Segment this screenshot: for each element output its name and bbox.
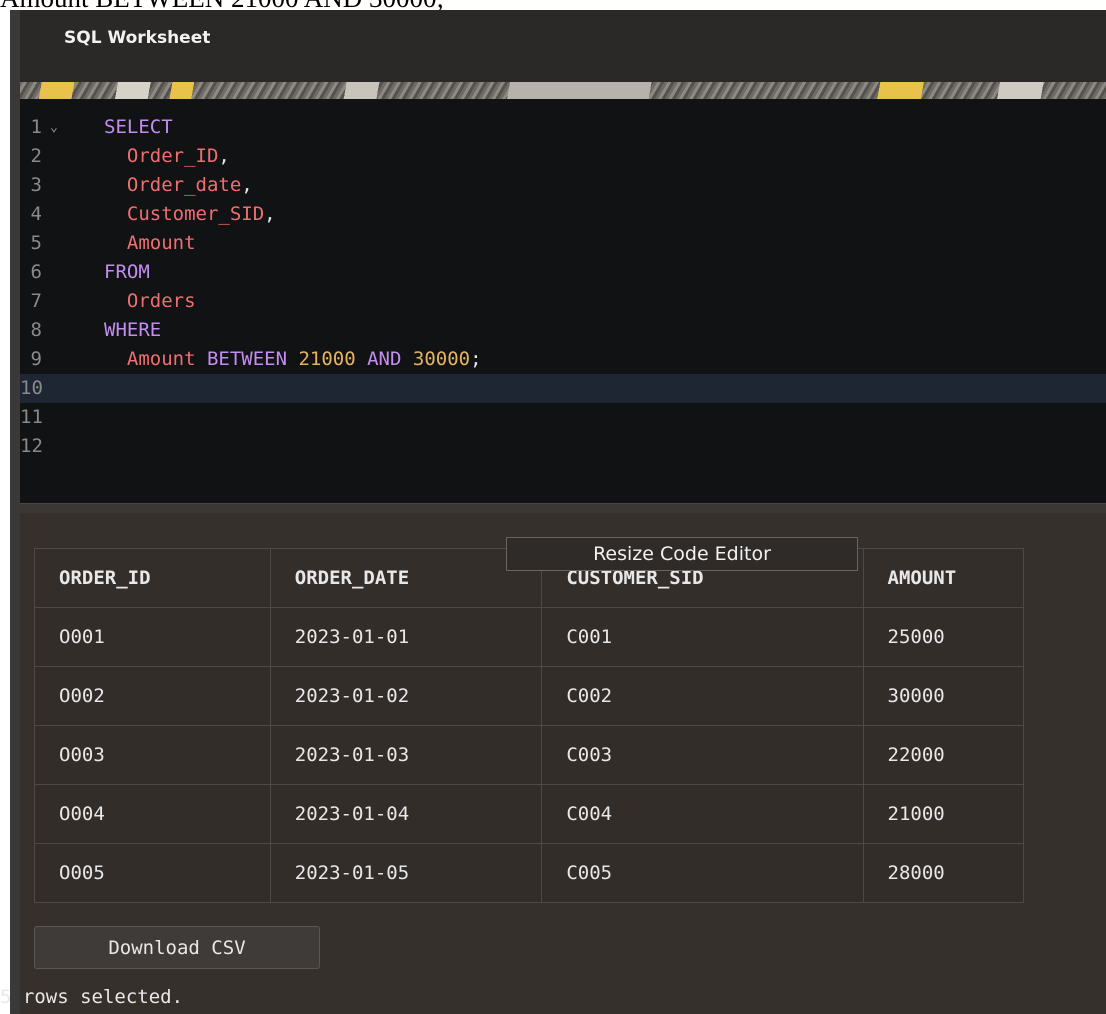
code-line[interactable]: 6 FROM <box>20 258 1106 287</box>
code-token: , <box>241 174 253 196</box>
table-cell: 2023-01-04 <box>269 784 543 844</box>
code-token: ; <box>470 348 482 370</box>
line-number: 2 <box>30 145 42 167</box>
line-number: 12 <box>20 435 43 457</box>
download-csv-button[interactable]: Download CSV <box>34 926 320 969</box>
code-line[interactable]: 12 <box>20 432 1106 461</box>
code-token: Amount <box>104 232 196 254</box>
results-table: ORDER_ID ORDER_DATE CUSTOMER_SID AMOUNT O00… <box>34 548 1025 903</box>
code-token: Order_date <box>104 174 242 196</box>
table-cell: O004 <box>34 784 271 844</box>
code-text: WHERE <box>104 316 161 345</box>
column-header[interactable]: AMOUNT <box>862 548 1025 608</box>
resize-tooltip: Resize Code Editor <box>506 537 858 571</box>
code-line[interactable]: 9 Amount BETWEEN 21000 AND 30000; <box>20 345 1106 374</box>
line-number: 11 <box>20 406 43 428</box>
table-cell: 22000 <box>862 725 1025 785</box>
table-cell: C001 <box>541 607 864 667</box>
table-cell: O002 <box>34 666 271 726</box>
code-line[interactable]: 8 WHERE <box>20 316 1106 345</box>
code-line[interactable]: 4 Customer_SID, <box>20 200 1106 229</box>
code-token: Customer_SID <box>104 203 265 225</box>
table-row: O002 2023-01-02 C002 30000 <box>34 666 1025 726</box>
code-text: Amount BETWEEN 21000 AND 30000; <box>104 345 482 374</box>
code-token: FROM <box>104 261 150 283</box>
table-cell: 2023-01-05 <box>269 843 543 903</box>
chevron-down-icon[interactable]: ⌄ <box>50 113 58 142</box>
table-cell: 25000 <box>862 607 1025 667</box>
code-token: Orders <box>104 290 196 312</box>
line-number: 6 <box>30 261 42 283</box>
line-number: 10 <box>20 377 43 399</box>
code-line[interactable]: 3 Order_date, <box>20 171 1106 200</box>
table-row: O003 2023-01-03 C003 22000 <box>34 725 1025 785</box>
line-number: 8 <box>30 319 42 341</box>
code-line[interactable]: 7 Orders <box>20 287 1106 316</box>
code-text: Customer_SID, <box>104 200 276 229</box>
code-text: Order_ID, <box>104 142 230 171</box>
code-text: FROM <box>104 258 150 287</box>
code-line[interactable]: 5 Amount <box>20 229 1106 258</box>
table-cell: C003 <box>541 725 864 785</box>
code-text: Amount <box>104 229 196 258</box>
table-row: O005 2023-01-05 C005 28000 <box>34 843 1025 903</box>
table-cell: 2023-01-01 <box>269 607 543 667</box>
column-header[interactable]: ORDER_DATE <box>269 548 543 608</box>
code-token: WHERE <box>104 319 162 341</box>
code-token: BETWEEN <box>195 348 299 370</box>
table-cell: 21000 <box>862 784 1025 844</box>
code-text: Orders <box>104 287 196 316</box>
line-number: 3 <box>30 174 42 196</box>
page-caption: Amount BETWEEN 21000 AND 30000; <box>0 0 444 12</box>
table-cell: 2023-01-02 <box>269 666 543 726</box>
line-number: 9 <box>30 348 42 370</box>
status-text: 5 rows selected. <box>0 986 184 1008</box>
line-number: 7 <box>30 290 42 312</box>
code-token: AND <box>355 348 413 370</box>
table-row: O001 2023-01-01 C001 25000 <box>34 607 1025 667</box>
code-token: SELECT <box>104 116 173 138</box>
code-token: Amount <box>104 348 196 370</box>
decorative-banner <box>20 82 1106 99</box>
table-cell: C005 <box>541 843 864 903</box>
table-cell: C004 <box>541 784 864 844</box>
table-cell: O001 <box>34 607 271 667</box>
table-cell: C002 <box>541 666 864 726</box>
table-row: O004 2023-01-04 C004 21000 <box>34 784 1025 844</box>
code-editor[interactable]: 1 ⌄ SELECT 2 Order_ID, 3 Order_date, 4 Custom… <box>20 99 1106 503</box>
table-cell: 28000 <box>862 843 1025 903</box>
table-cell: O003 <box>34 725 271 785</box>
code-token: , <box>264 203 276 225</box>
line-number: 5 <box>30 232 42 254</box>
column-header[interactable]: ORDER_ID <box>34 548 271 608</box>
code-text: Order_date, <box>104 171 253 200</box>
line-number: 4 <box>30 203 42 225</box>
code-token: 30000 <box>412 348 471 370</box>
table-cell: 30000 <box>862 666 1025 726</box>
code-line[interactable]: 10 <box>20 374 1106 403</box>
code-line[interactable]: 1 ⌄ SELECT <box>20 113 1106 142</box>
page-title: SQL Worksheet <box>64 28 211 48</box>
line-number: 1 <box>30 116 42 138</box>
table-cell: O005 <box>34 843 271 903</box>
code-token: , <box>218 145 230 167</box>
worksheet-header: SQL Worksheet <box>20 10 1106 82</box>
code-token: Order_ID <box>104 145 219 167</box>
code-line[interactable]: 11 <box>20 403 1106 432</box>
code-text: SELECT <box>104 113 173 142</box>
table-cell: 2023-01-03 <box>269 725 543 785</box>
code-token: 21000 <box>298 348 356 370</box>
code-line[interactable]: 2 Order_ID, <box>20 142 1106 171</box>
